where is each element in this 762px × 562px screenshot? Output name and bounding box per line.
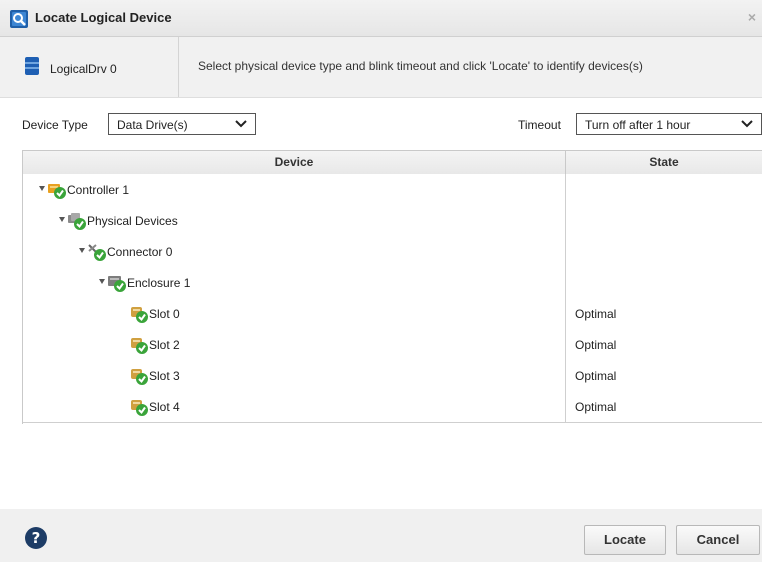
timeout-value: Turn off after 1 hour (585, 118, 691, 132)
timeout-label: Timeout (518, 118, 561, 132)
logical-device-name: LogicalDrv 0 (50, 62, 117, 76)
device-label: Slot 0 (149, 307, 180, 321)
device-label: Slot 3 (149, 369, 180, 383)
help-icon[interactable]: ? (24, 526, 48, 550)
device-label: Slot 4 (149, 400, 180, 414)
device-cell: Connector 0 (23, 236, 566, 267)
chevron-down-icon (741, 120, 753, 128)
table-row[interactable]: Slot 0 Optimal (23, 298, 762, 330)
device-label: Enclosure 1 (127, 276, 191, 290)
table-row[interactable]: Controller 1 (23, 174, 762, 206)
device-tree-grid: Device State Controller 1 Physical Device… (22, 150, 762, 424)
expand-toggle-icon[interactable] (59, 217, 65, 222)
device-type-value: Data Drive(s) (117, 118, 188, 132)
controller-icon (48, 184, 66, 199)
cancel-button[interactable]: Cancel (676, 525, 760, 555)
logical-drive-icon (25, 57, 39, 75)
expand-toggle-icon[interactable] (79, 248, 85, 253)
physical-devices-icon (68, 213, 86, 230)
table-row[interactable]: Slot 4 Optimal (23, 391, 762, 423)
close-button[interactable]: × (748, 9, 756, 25)
device-cell: Slot 0 (23, 298, 566, 329)
table-row[interactable]: Slot 3 Optimal (23, 360, 762, 392)
column-header-device[interactable]: Device (23, 151, 566, 174)
state-cell: Optimal (575, 400, 617, 414)
grid-header: Device State (23, 151, 762, 175)
device-type-select[interactable]: Data Drive(s) (108, 113, 256, 135)
drive-icon (131, 400, 148, 416)
enclosure-icon (108, 276, 126, 292)
table-row[interactable]: Enclosure 1 (23, 267, 762, 299)
chevron-down-icon (235, 120, 247, 128)
column-header-state[interactable]: State (566, 151, 762, 174)
drive-icon (131, 369, 148, 385)
table-row[interactable]: Connector 0 (23, 236, 762, 268)
table-row[interactable]: Physical Devices (23, 205, 762, 237)
device-label: Slot 2 (149, 338, 180, 352)
device-cell: Physical Devices (23, 205, 566, 236)
dialog-footer: ? Locate Cancel (0, 509, 762, 562)
device-cell: Slot 3 (23, 360, 566, 391)
connector-icon (88, 244, 106, 261)
expand-toggle-icon[interactable] (39, 186, 45, 191)
svg-text:?: ? (32, 529, 41, 547)
state-cell: Optimal (575, 307, 617, 321)
device-label: Physical Devices (87, 214, 178, 228)
device-type-label: Device Type (22, 118, 88, 132)
device-label: Controller 1 (67, 183, 130, 197)
instruction-text: Select physical device type and blink ti… (198, 59, 643, 73)
device-cell: Enclosure 1 (23, 267, 566, 298)
dialog-title: Locate Logical Device (35, 10, 172, 25)
table-row[interactable]: Slot 2 Optimal (23, 329, 762, 361)
drive-icon (131, 338, 148, 354)
device-label: Connector 0 (107, 245, 173, 259)
logical-device-panel: LogicalDrv 0 (0, 37, 179, 97)
device-info-bar: LogicalDrv 0 Select physical device type… (0, 37, 762, 98)
device-cell: Slot 2 (23, 329, 566, 360)
dialog-titlebar: Locate Logical Device × (0, 0, 762, 37)
device-cell: Slot 4 (23, 391, 566, 422)
state-cell: Optimal (575, 338, 617, 352)
drive-icon (131, 307, 148, 323)
locate-button[interactable]: Locate (584, 525, 666, 555)
locate-device-icon (10, 10, 28, 28)
device-cell: Controller 1 (23, 174, 566, 205)
state-cell: Optimal (575, 369, 617, 383)
expand-toggle-icon[interactable] (99, 279, 105, 284)
timeout-select[interactable]: Turn off after 1 hour (576, 113, 762, 135)
